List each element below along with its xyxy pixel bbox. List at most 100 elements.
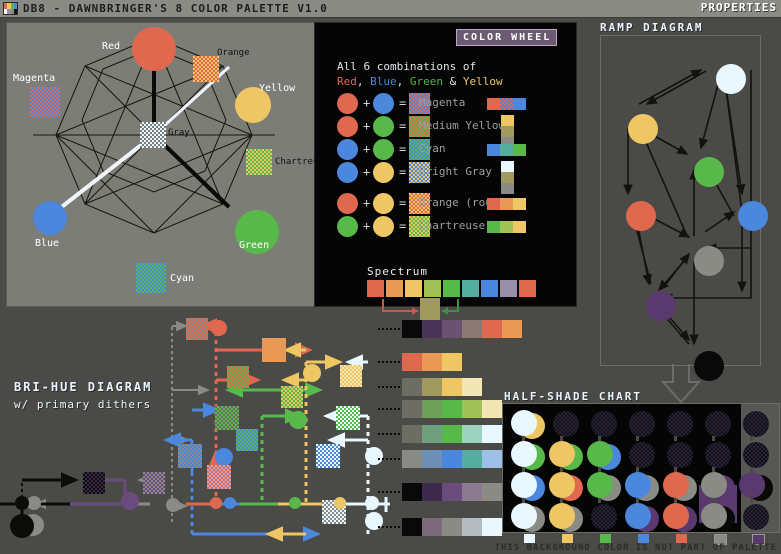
combo-operand-b[interactable] [373, 93, 394, 114]
combo-operand-a[interactable] [337, 93, 358, 114]
half-shade-dot[interactable] [701, 503, 727, 529]
brihue-node-chartreuse-sq[interactable] [281, 386, 303, 408]
brihue-node-blue-dot-base[interactable] [224, 497, 236, 509]
ramp-cell[interactable] [462, 425, 482, 443]
ramp-cell[interactable] [462, 483, 482, 501]
half-shade-column-swatch[interactable] [638, 534, 649, 543]
brihue-node-skyblue-sq[interactable] [316, 444, 340, 468]
combo-operand-a[interactable] [337, 162, 358, 183]
ramp-cell[interactable] [442, 450, 462, 468]
half-shade-dot[interactable] [511, 472, 537, 498]
wheel-node-magenta[interactable] [30, 87, 60, 117]
ramp-node-white[interactable] [716, 64, 746, 94]
combo-operand-b[interactable] [373, 116, 394, 137]
spectrum-swatch[interactable] [500, 280, 517, 297]
spectrum-swatch[interactable] [424, 280, 441, 297]
half-shade-dot[interactable] [625, 503, 651, 529]
half-shade-dot[interactable] [663, 503, 689, 529]
ramp-cell[interactable] [442, 378, 462, 396]
ramp-node-blue[interactable] [738, 201, 768, 231]
brihue-node-orange-sq[interactable] [262, 338, 286, 362]
wheel-node-cyan[interactable] [136, 263, 166, 293]
brihue-node-green-dot-base[interactable] [289, 497, 301, 509]
ramp-cell[interactable] [422, 400, 442, 418]
ramp-cell[interactable] [442, 483, 462, 501]
brihue-node-gray-dot-base[interactable] [27, 496, 41, 510]
ramp-cell[interactable] [462, 378, 482, 396]
ramp-cell[interactable] [402, 450, 422, 468]
brihue-node-yellow-dot[interactable] [303, 364, 321, 382]
brihue-node-purple-dot[interactable] [121, 492, 139, 510]
ramp-cell[interactable] [402, 320, 422, 338]
brihue-node-medyellow-sq[interactable] [227, 366, 249, 388]
half-shade-dot[interactable] [511, 410, 537, 436]
ramp-cell[interactable] [462, 400, 482, 418]
ramp-cell[interactable] [482, 320, 502, 338]
ramp-node-purple[interactable] [646, 291, 676, 321]
ramp-cell[interactable] [442, 400, 462, 418]
brihue-node-gray-dot-mid[interactable] [166, 498, 180, 512]
half-shade-dot[interactable] [625, 472, 651, 498]
combo-operand-a[interactable] [337, 216, 358, 237]
ramp-cell[interactable] [482, 400, 502, 418]
ramp-cell[interactable] [422, 353, 442, 371]
ramp-cell[interactable] [402, 400, 422, 418]
ramp-cell[interactable] [422, 483, 442, 501]
combo-operand-b[interactable] [373, 139, 394, 160]
half-shade-dot[interactable] [549, 441, 575, 467]
brihue-node-paleyellow-sq[interactable] [340, 365, 362, 387]
ramp-node-yellow[interactable] [628, 114, 658, 144]
wheel-node-chartreuse[interactable] [246, 149, 272, 175]
half-shade-column-swatch[interactable] [524, 534, 535, 543]
ramp-cell[interactable] [442, 320, 462, 338]
ramp-cell[interactable] [402, 483, 422, 501]
ramp-cell[interactable] [422, 518, 442, 536]
spectrum-swatch[interactable] [481, 280, 498, 297]
brihue-node-yellow-dot-base[interactable] [334, 497, 346, 509]
half-shade-dot[interactable] [549, 472, 575, 498]
ramp-cell[interactable] [402, 353, 422, 371]
ramp-cell[interactable] [482, 483, 502, 501]
ramp-cell[interactable] [402, 518, 422, 536]
wheel-node-blue[interactable] [33, 201, 67, 235]
half-shade-dot[interactable] [739, 472, 765, 498]
ramp-node-red[interactable] [626, 201, 656, 231]
ramp-cell[interactable] [482, 425, 502, 443]
ramp-cell[interactable] [462, 518, 482, 536]
half-shade-column-swatch[interactable] [562, 534, 573, 543]
spectrum-swatch[interactable] [443, 280, 460, 297]
spectrum-extra-swatch[interactable] [420, 298, 440, 320]
half-shade-dot[interactable] [511, 441, 537, 467]
brihue-node-cyan-sq[interactable] [236, 429, 258, 451]
wheel-node-orange[interactable] [193, 56, 219, 82]
brihue-node-black-sq-dither[interactable] [83, 472, 105, 494]
half-shade-dot[interactable] [587, 441, 613, 467]
ramp-node-green[interactable] [694, 157, 724, 187]
spectrum-swatch[interactable] [405, 280, 422, 297]
ramp-node-gray[interactable] [694, 246, 724, 276]
ramp-cell[interactable] [422, 320, 442, 338]
brihue-node-green-sq-dither[interactable] [215, 406, 239, 430]
brihue-node-white-node-mid[interactable] [365, 496, 379, 510]
brihue-node-white-dot-1[interactable] [365, 447, 383, 465]
brihue-node-magenta-sq[interactable] [207, 465, 231, 489]
ramp-cell[interactable] [442, 518, 462, 536]
spectrum-swatch[interactable] [367, 280, 384, 297]
brihue-node-black-dot-big[interactable] [10, 514, 34, 538]
spectrum-swatch[interactable] [519, 280, 536, 297]
spectrum-swatch[interactable] [462, 280, 479, 297]
brihue-node-blue-dot[interactable] [215, 448, 233, 466]
ramp-cell[interactable] [462, 320, 482, 338]
wheel-node-red[interactable] [132, 27, 176, 71]
combo-operand-b[interactable] [373, 162, 394, 183]
ramp-cell[interactable] [482, 518, 502, 536]
half-shade-dot[interactable] [663, 472, 689, 498]
ramp-cell[interactable] [422, 450, 442, 468]
brihue-node-red-dot-base[interactable] [210, 497, 222, 509]
brihue-node-blue-sq-dither[interactable] [178, 444, 202, 468]
ramp-cell[interactable] [442, 353, 462, 371]
combo-operand-a[interactable] [337, 116, 358, 137]
brihue-node-purple-sq-dither[interactable] [143, 472, 165, 494]
ramp-cell[interactable] [422, 425, 442, 443]
half-shade-dot[interactable] [587, 472, 613, 498]
